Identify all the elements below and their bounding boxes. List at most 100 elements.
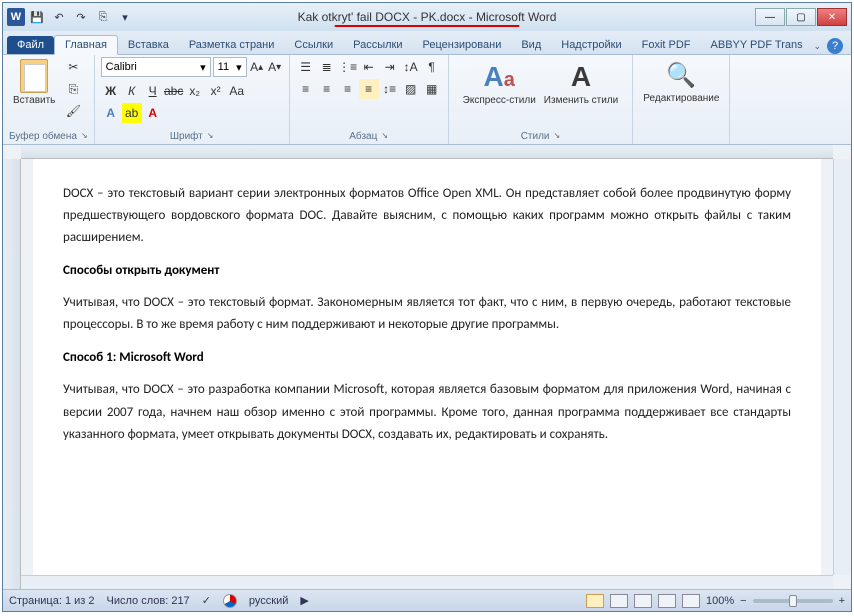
grow-font-icon[interactable]: A▴ (249, 57, 265, 77)
para-group-label: Абзац (349, 131, 377, 142)
font-group-label: Шрифт (170, 131, 203, 142)
decrease-indent-icon[interactable]: ⇤ (359, 57, 379, 77)
underline-icon[interactable]: Ч (143, 81, 163, 101)
align-left-icon[interactable]: ≡ (296, 79, 316, 99)
justify-icon[interactable]: ≡ (359, 79, 379, 99)
window-controls: — ▢ ✕ (755, 8, 847, 26)
cut-icon[interactable]: ✂ (63, 57, 83, 77)
tab-mailings[interactable]: Рассылки (343, 36, 412, 54)
group-paragraph: ☰ ≣ ⋮≡ ⇤ ⇥ ↕A ¶ ≡ ≡ ≡ ≡ ↕≡ ▨ ▦ (290, 55, 449, 144)
window-title: Kak otkryt' fail DOCX - PK.docx - Micros… (298, 10, 557, 24)
copy-icon[interactable]: ⎘ (63, 79, 83, 99)
view-full-screen-icon[interactable] (610, 594, 628, 608)
change-case-icon[interactable]: Aa (227, 81, 247, 101)
tab-home[interactable]: Главная (54, 35, 118, 55)
group-font: Calibri ▾ 11 ▾ A▴ A▾ Ж К Ч abc x₂ x² Aa … (95, 55, 290, 144)
ribbon: Вставить ✂ ⎘ 🖌 Буфер обмена ↘ Calibri ▾ 1… (3, 55, 851, 145)
titlebar: W 💾 ↶ ↷ ⎘ ▾ Kak otkryt' fail DOCX - PK.d… (3, 3, 851, 31)
scrollbar-horizontal[interactable] (21, 575, 833, 589)
tab-review[interactable]: Рецензировани (413, 36, 512, 54)
status-words[interactable]: Число слов: 217 (107, 595, 190, 607)
paragraph-2[interactable]: Учитывая, что DOCX – это текстовый форма… (63, 292, 791, 336)
align-center-icon[interactable]: ≡ (317, 79, 337, 99)
annotation-underline (335, 25, 520, 27)
view-outline-icon[interactable] (658, 594, 676, 608)
help-icon[interactable]: ? (827, 38, 843, 54)
view-web-icon[interactable] (634, 594, 652, 608)
multilevel-icon[interactable]: ⋮≡ (338, 57, 358, 77)
clipboard-launcher-icon[interactable]: ↘ (81, 131, 88, 142)
qat-custom-icon[interactable]: ⎘ (93, 7, 113, 27)
bullets-icon[interactable]: ☰ (296, 57, 316, 77)
paragraph-3[interactable]: Учитывая, что DOCX – это разработка комп… (63, 379, 791, 445)
text-effects-icon[interactable]: A (101, 103, 121, 123)
superscript-icon[interactable]: x² (206, 81, 226, 101)
zoom-slider[interactable] (753, 599, 833, 603)
save-icon[interactable]: 💾 (27, 7, 47, 27)
font-color-icon[interactable]: A (143, 103, 163, 123)
subscript-icon[interactable]: x₂ (185, 81, 205, 101)
line-spacing-icon[interactable]: ↕≡ (380, 79, 400, 99)
view-print-layout-icon[interactable] (586, 594, 604, 608)
paragraph-1[interactable]: DOCX – это текстовый вариант серии элект… (63, 183, 791, 249)
status-page[interactable]: Страница: 1 из 2 (9, 595, 95, 607)
ruler-horizontal[interactable] (21, 145, 833, 159)
tab-references[interactable]: Ссылки (284, 36, 343, 54)
maximize-button[interactable]: ▢ (786, 8, 816, 26)
sort-icon[interactable]: ↕A (401, 57, 421, 77)
undo-icon[interactable]: ↶ (49, 7, 69, 27)
group-editing: 🔍 Редактирование (633, 55, 730, 144)
quick-access-toolbar: W 💾 ↶ ↷ ⎘ ▾ (7, 7, 135, 27)
italic-icon[interactable]: К (122, 81, 142, 101)
find-icon: 🔍 (665, 59, 697, 91)
styles-launcher-icon[interactable]: ↘ (554, 131, 561, 142)
status-zoom[interactable]: 100% (706, 595, 734, 607)
language-icon[interactable] (223, 594, 237, 608)
tab-layout[interactable]: Разметка страни (179, 36, 285, 54)
qat-dropdown-icon[interactable]: ▾ (115, 7, 135, 27)
minimize-button[interactable]: — (755, 8, 785, 26)
close-button[interactable]: ✕ (817, 8, 847, 26)
para-launcher-icon[interactable]: ↘ (381, 131, 388, 142)
tab-foxit[interactable]: Foxit PDF (632, 36, 701, 54)
bold-icon[interactable]: Ж (101, 81, 121, 101)
tab-insert[interactable]: Вставка (118, 36, 179, 54)
scrollbar-vertical[interactable] (833, 159, 851, 575)
heading-1[interactable]: Способы открыть документ (63, 263, 791, 278)
ribbon-minimize-icon[interactable]: ⌄ (813, 41, 821, 52)
format-painter-icon[interactable]: 🖌 (63, 101, 83, 121)
borders-icon[interactable]: ▦ (422, 79, 442, 99)
clipboard-group-label: Буфер обмена (9, 131, 77, 142)
font-launcher-icon[interactable]: ↘ (207, 131, 214, 142)
document-page[interactable]: DOCX – это текстовый вариант серии элект… (33, 159, 821, 575)
editing-button[interactable]: 🔍 Редактирование (639, 57, 723, 106)
word-app-icon[interactable]: W (7, 8, 25, 26)
proofing-icon[interactable]: ✓ (202, 594, 211, 607)
highlight-icon[interactable]: ab (122, 103, 142, 123)
tab-addins[interactable]: Надстройки (551, 36, 631, 54)
align-right-icon[interactable]: ≡ (338, 79, 358, 99)
font-name-combo[interactable]: Calibri ▾ (101, 57, 211, 77)
show-marks-icon[interactable]: ¶ (422, 57, 442, 77)
zoom-out-icon[interactable]: − (740, 595, 746, 607)
macro-icon[interactable]: ▶ (300, 594, 308, 607)
paste-button[interactable]: Вставить (9, 57, 59, 108)
ruler-vertical[interactable] (3, 159, 21, 589)
heading-2[interactable]: Способ 1: Microsoft Word (63, 350, 791, 365)
tab-view[interactable]: Вид (511, 36, 551, 54)
status-language[interactable]: русский (249, 595, 288, 607)
tab-file[interactable]: Файл (7, 36, 54, 54)
strike-icon[interactable]: abc (164, 81, 184, 101)
increase-indent-icon[interactable]: ⇥ (380, 57, 400, 77)
view-draft-icon[interactable] (682, 594, 700, 608)
zoom-in-icon[interactable]: + (839, 595, 845, 607)
group-styles: Aa Экспресс-стили A Изменить стили Стили… (449, 55, 634, 144)
change-styles-button[interactable]: A Изменить стили (544, 61, 618, 106)
redo-icon[interactable]: ↷ (71, 7, 91, 27)
font-size-combo[interactable]: 11 ▾ (213, 57, 247, 77)
tab-abbyy[interactable]: ABBYY PDF Trans (701, 36, 813, 54)
shrink-font-icon[interactable]: A▾ (267, 57, 283, 77)
shading-icon[interactable]: ▨ (401, 79, 421, 99)
quick-styles-button[interactable]: Aa Экспресс-стили (463, 61, 536, 106)
numbering-icon[interactable]: ≣ (317, 57, 337, 77)
